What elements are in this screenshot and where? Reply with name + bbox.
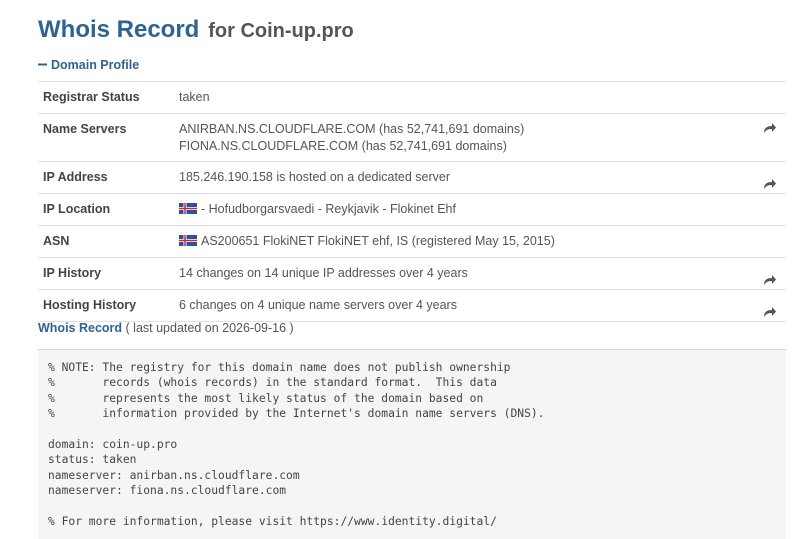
page-title-domain: for Coin-up.pro [208,20,354,42]
table-row: Hosting History 6 changes on 4 unique na… [38,289,786,322]
asn-value: AS200651 FlokiNET FlokiNET ehf, IS (regi… [178,225,754,258]
whois-raw-record: % NOTE: The registry for this domain nam… [38,349,786,539]
row-label: ASN [38,225,178,258]
page-title: Whois Record for Coin-up.pro [38,8,354,45]
whois-record-title: Whois Record [38,321,123,335]
share-arrow-icon[interactable] [763,172,777,189]
name-server-line: ANIRBAN.NS.CLOUDFLARE.COM (has 52,741,69… [179,122,525,136]
ip-location-text: - Hofudborgarsvaedi - Reykjavik - Flokin… [201,202,456,216]
row-label: IP History [38,257,178,290]
hosting-history-value: 6 changes on 4 unique name servers over … [178,289,754,322]
share-arrow-icon[interactable] [763,268,777,285]
ip-address-value: 185.246.190.158 is hosted on a dedicated… [178,161,754,194]
share-arrow-icon[interactable] [763,300,777,317]
table-row: IP Address 185.246.190.158 is hosted on … [38,161,786,194]
name-servers-value: ANIRBAN.NS.CLOUDFLARE.COM (has 52,741,69… [178,113,754,162]
asn-text: AS200651 FlokiNET FlokiNET ehf, IS (regi… [201,234,555,248]
table-row: IP History 14 changes on 14 unique IP ad… [38,257,786,290]
ip-history-value: 14 changes on 14 unique IP addresses ove… [178,257,754,290]
registrar-status-value: taken [178,81,754,114]
row-label: Hosting History [38,289,178,322]
row-label: IP Location [38,193,178,226]
domain-profile-table: Registrar Status taken Name Servers ANIR… [38,81,786,322]
ip-location-value: - Hofudborgarsvaedi - Reykjavik - Flokin… [178,193,754,226]
domain-profile-label: Domain Profile [51,58,140,72]
row-label: IP Address [38,161,178,194]
whois-record-heading: Whois Record ( last updated on 2026-09-1… [38,321,294,335]
name-server-line: FIONA.NS.CLOUDFLARE.COM (has 52,741,691 … [179,139,507,153]
domain-profile-toggle[interactable]: Domain Profile [38,58,139,72]
row-label: Registrar Status [38,81,178,114]
whois-page: Whois Record for Coin-up.pro Domain Prof… [0,0,800,539]
row-label: Name Servers [38,113,178,162]
table-row: Registrar Status taken [38,81,786,114]
share-arrow-icon[interactable] [763,122,777,134]
iceland-flag-icon [179,196,197,214]
whois-last-updated: ( last updated on 2026-09-16 ) [125,321,294,335]
whois-raw-text: % NOTE: The registry for this domain nam… [48,361,545,529]
table-row: IP Location - Hofudborgarsvaedi - Reykja… [38,193,786,226]
table-row: Name Servers ANIRBAN.NS.CLOUDFLARE.COM (… [38,113,786,162]
minus-icon [38,58,47,72]
iceland-flag-icon [179,228,197,246]
table-row: ASN AS200651 FlokiNET FlokiNET ehf, IS (… [38,225,786,258]
page-title-main: Whois Record [38,16,200,43]
